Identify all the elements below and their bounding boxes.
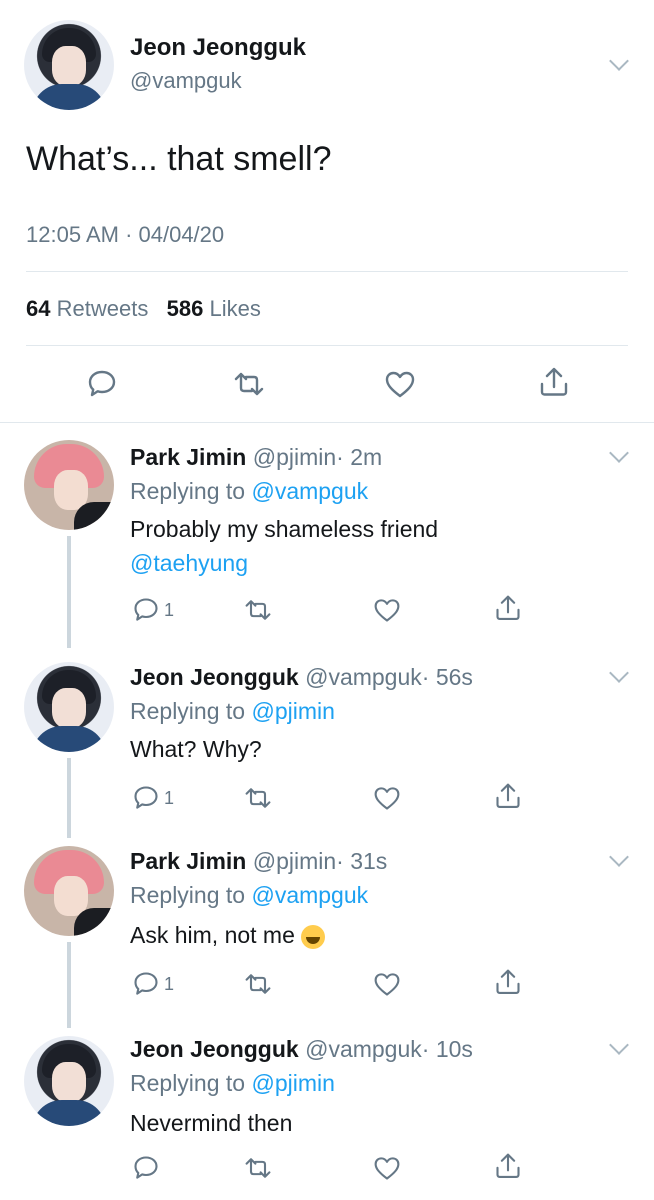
share-icon[interactable]	[494, 1152, 522, 1180]
tweet-stats: 64 Retweets 586 Likes	[26, 296, 261, 322]
reply-tweet[interactable]: Park Jimin @pjimin· 2m Replying to @vamp…	[0, 422, 654, 648]
reply-text: Nevermind then	[130, 1110, 293, 1136]
share-icon[interactable]	[494, 968, 522, 996]
reply-time: · 10s	[421, 1036, 473, 1062]
reply-text: What? Why?	[130, 736, 262, 762]
reply-time: · 2m	[336, 444, 383, 470]
tweet-actions	[0, 360, 654, 408]
thread-line	[67, 536, 71, 648]
reply-time: · 56s	[421, 664, 473, 690]
reply-actions	[0, 1152, 654, 1186]
author-name[interactable]: Jeon Jeongguk	[130, 1036, 299, 1062]
chevron-down-icon[interactable]	[609, 663, 629, 683]
reply-header: Jeon Jeongguk @vampguk· 10s	[130, 1036, 473, 1063]
reply-count: 1	[164, 788, 175, 808]
reply-tweet[interactable]: Jeon Jeongguk @vampguk· 10s Replying to …	[0, 1016, 654, 1200]
reply-icon[interactable]	[132, 970, 160, 998]
retweet-icon[interactable]	[244, 784, 272, 812]
chevron-down-icon[interactable]	[609, 847, 629, 867]
mention-link[interactable]: @pjimin	[251, 698, 334, 724]
reply-icon[interactable]	[132, 784, 160, 812]
retweet-icon[interactable]	[233, 368, 265, 400]
reply-header: Jeon Jeongguk @vampguk· 56s	[130, 664, 473, 691]
chevron-down-icon[interactable]	[609, 1035, 629, 1055]
replying-to: Replying to @vampguk	[130, 478, 369, 504]
chevron-down-icon[interactable]	[609, 51, 629, 71]
retweet-icon[interactable]	[244, 1154, 272, 1182]
reply-count: 1	[164, 974, 175, 994]
mention-link[interactable]: @pjimin	[251, 1070, 334, 1096]
reply-actions: 1	[0, 968, 654, 1002]
reply-tweet[interactable]: Park Jimin @pjimin· 31s Replying to @vam…	[0, 826, 654, 1028]
reply-time: · 31s	[336, 848, 388, 874]
tweet-text: What’s... that smell?	[26, 140, 332, 178]
reply-icon[interactable]	[132, 1154, 160, 1182]
reply-icon[interactable]	[86, 368, 118, 400]
reply-header: Park Jimin @pjimin· 2m	[130, 444, 382, 471]
replying-to: Replying to @pjimin	[130, 1070, 335, 1096]
reply-count: 1	[164, 600, 175, 620]
author-handle[interactable]: @pjimin	[253, 848, 336, 874]
author-name[interactable]: Park Jimin	[130, 444, 246, 470]
reply-text: Probably my shameless friend @taehyung	[130, 516, 439, 576]
like-icon[interactable]	[384, 368, 416, 400]
replying-to: Replying to @pjimin	[130, 698, 335, 724]
author-name[interactable]: Jeon Jeongguk	[130, 34, 306, 62]
like-icon[interactable]	[373, 970, 401, 998]
share-icon[interactable]	[494, 782, 522, 810]
author-handle[interactable]: @pjimin	[253, 444, 336, 470]
author-handle[interactable]: @vampguk	[305, 664, 422, 690]
reply-header: Park Jimin @pjimin· 31s	[130, 848, 387, 875]
reply-actions: 1	[0, 594, 654, 628]
like-icon[interactable]	[373, 1154, 401, 1182]
author-name[interactable]: Park Jimin	[130, 848, 246, 874]
author-handle[interactable]: @vampguk	[130, 68, 242, 94]
mention-link[interactable]: @vampguk	[251, 478, 368, 504]
main-tweet: Jeon Jeongguk @vampguk What’s... that sm…	[0, 0, 654, 422]
avatar[interactable]	[24, 662, 114, 752]
reply-text: Ask him, not me	[130, 918, 630, 952]
reply-icon[interactable]	[132, 596, 160, 624]
avatar[interactable]	[24, 20, 114, 110]
share-icon[interactable]	[494, 594, 522, 622]
replying-to: Replying to @vampguk	[130, 882, 369, 908]
divider	[26, 271, 628, 272]
author-handle[interactable]: @vampguk	[305, 1036, 422, 1062]
retweets-count[interactable]: 64 Retweets	[26, 296, 148, 321]
avatar[interactable]	[24, 846, 114, 936]
chevron-down-icon[interactable]	[609, 443, 629, 463]
retweet-icon[interactable]	[244, 970, 272, 998]
retweet-icon[interactable]	[244, 596, 272, 624]
reply-actions: 1	[0, 782, 654, 816]
like-icon[interactable]	[373, 784, 401, 812]
like-icon[interactable]	[373, 596, 401, 624]
likes-count[interactable]: 586 Likes	[167, 296, 261, 321]
reply-tweet[interactable]: Jeon Jeongguk @vampguk· 56s Replying to …	[0, 642, 654, 838]
face-with-tears-of-joy-icon	[301, 924, 326, 949]
share-icon[interactable]	[538, 366, 570, 398]
avatar[interactable]	[24, 440, 114, 530]
mention-link[interactable]: @vampguk	[251, 882, 368, 908]
avatar[interactable]	[24, 1036, 114, 1126]
divider	[26, 345, 628, 346]
mention-link[interactable]: @taehyung	[130, 550, 248, 576]
author-name[interactable]: Jeon Jeongguk	[130, 664, 299, 690]
tweet-timestamp[interactable]: 12:05 AM · 04/04/20	[26, 222, 224, 248]
